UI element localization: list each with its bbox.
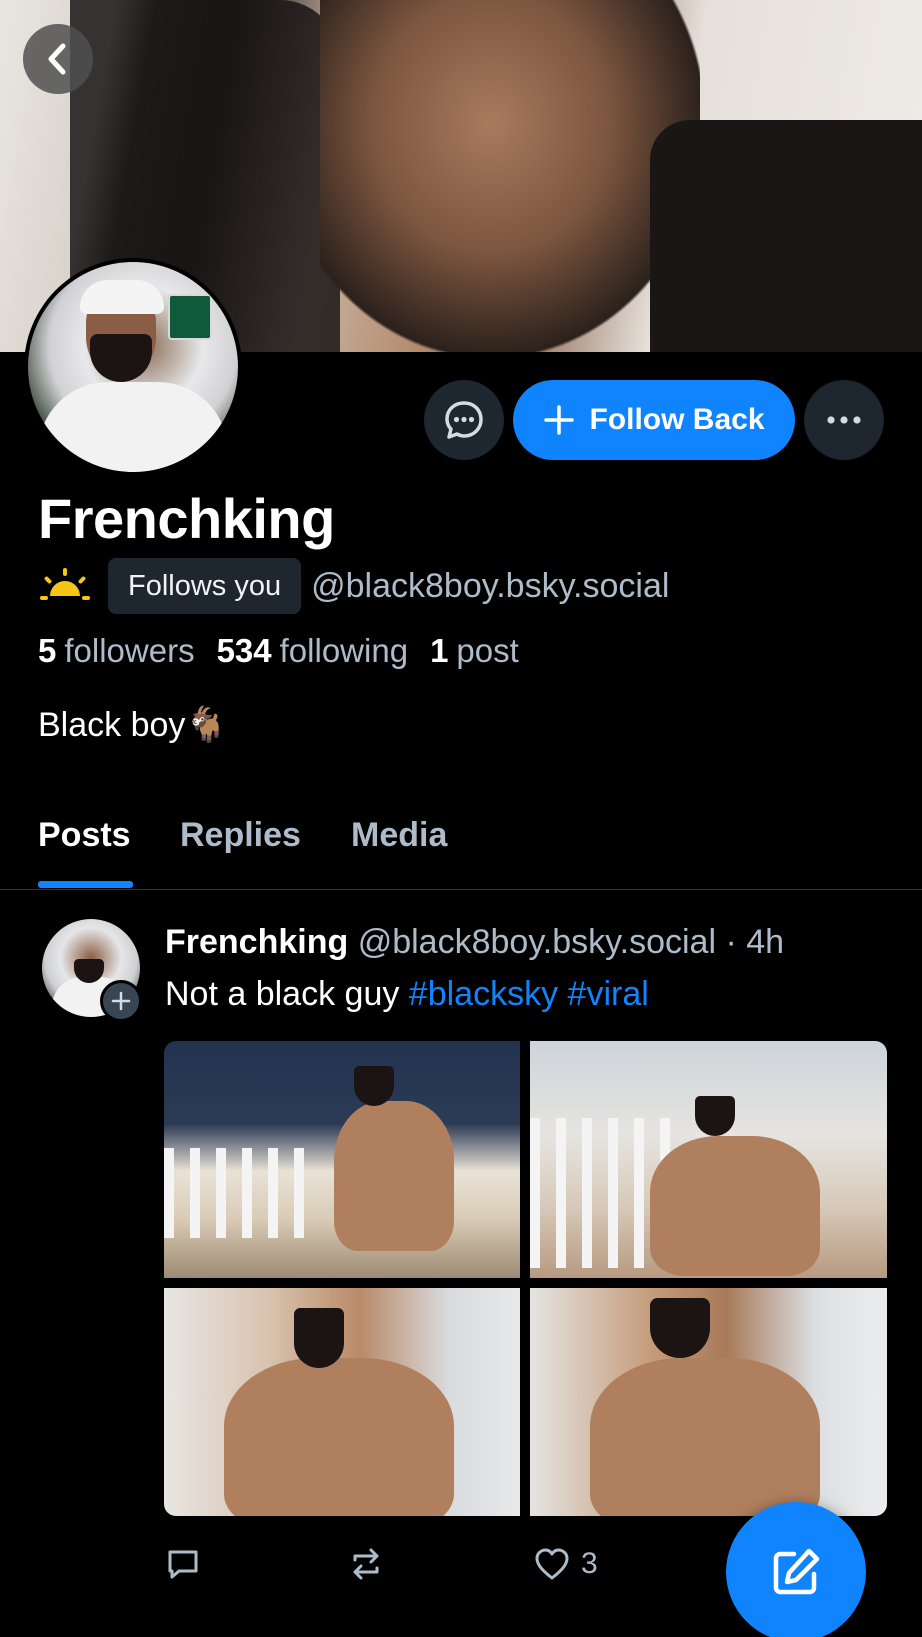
reply-button[interactable]	[165, 1546, 201, 1582]
hashtag-link[interactable]: #viral	[568, 975, 649, 1013]
profile-tabs: Posts Replies Media	[0, 800, 922, 890]
post-body: Not a black guy	[165, 975, 409, 1013]
followers-count[interactable]: 5	[38, 632, 56, 670]
figure-beard	[695, 1096, 735, 1136]
profile-bio: Black boy🐐	[38, 706, 228, 744]
banner-photo-part	[320, 0, 700, 352]
post-image-grid	[164, 1041, 887, 1516]
hashtag-link[interactable]: #blacksky	[409, 975, 558, 1013]
followers-label[interactable]: followers	[64, 632, 194, 670]
profile-avatar[interactable]	[24, 258, 242, 476]
active-tab-indicator	[38, 881, 133, 888]
compose-icon	[773, 1548, 820, 1595]
reply-icon	[168, 1550, 198, 1579]
back-button[interactable]	[23, 24, 93, 94]
banner-photo-part	[650, 120, 922, 352]
following-count[interactable]: 534	[217, 632, 272, 670]
figure-beard	[354, 1066, 394, 1106]
avatar-beard	[90, 334, 152, 382]
balcony-railing	[164, 1148, 314, 1238]
follows-you-badge: Follows you	[108, 558, 302, 614]
tab-replies[interactable]: Replies	[180, 816, 301, 855]
message-button[interactable]	[424, 380, 504, 460]
follow-back-button[interactable]: Follow Back	[513, 380, 795, 460]
figure-torso	[650, 1136, 820, 1276]
post-text: Not a black guy #blacksky #viral	[165, 975, 649, 1014]
compose-post-button[interactable]	[726, 1502, 866, 1637]
post-image-2[interactable]	[530, 1041, 887, 1278]
chevron-left-icon	[48, 43, 66, 75]
repost-button[interactable]	[347, 1546, 385, 1582]
ellipsis-icon	[827, 416, 861, 424]
sunrise-icon	[40, 568, 90, 600]
display-name: Frenchking	[38, 487, 335, 550]
street-sign	[168, 294, 212, 340]
follow-plus-badge[interactable]	[100, 980, 142, 1022]
plus-icon	[544, 405, 575, 435]
tab-media[interactable]: Media	[351, 816, 447, 855]
post-header: Frenchking @black8boy.bsky.social · 4h	[165, 923, 784, 962]
chat-bubble-icon	[445, 401, 483, 439]
posts-label: post	[456, 632, 519, 669]
profile-stats: 5 followers 534 following 1 post	[38, 632, 541, 670]
avatar-headwrap	[80, 280, 164, 314]
post-author-handle-time[interactable]: @black8boy.bsky.social · 4h	[358, 923, 784, 961]
post-image-4[interactable]	[530, 1288, 887, 1516]
more-options-button[interactable]	[804, 380, 884, 460]
like-button[interactable]: 3	[533, 1546, 598, 1582]
posts-count: 1	[430, 632, 449, 669]
like-count: 3	[581, 1547, 598, 1580]
post-author-name[interactable]: Frenchking	[165, 923, 348, 961]
figure-torso	[590, 1358, 820, 1516]
figure-beard	[294, 1308, 344, 1368]
figure-beard	[650, 1298, 710, 1358]
repost-icon	[353, 1548, 379, 1580]
figure-torso	[224, 1358, 454, 1516]
profile-meta-row: Follows you @black8boy.bsky.social	[38, 557, 669, 615]
tab-posts[interactable]: Posts	[38, 816, 131, 855]
plus-icon	[111, 991, 131, 1011]
post-image-1[interactable]	[164, 1041, 520, 1278]
post-image-3[interactable]	[164, 1288, 520, 1516]
follow-back-label: Follow Back	[589, 403, 765, 436]
like-icon	[535, 1548, 569, 1580]
avatar-shirt	[38, 382, 228, 472]
following-label[interactable]: following	[280, 632, 408, 670]
avatar-image	[28, 262, 238, 472]
profile-handle[interactable]: @black8boy.bsky.social	[311, 567, 669, 606]
figure-torso	[334, 1101, 454, 1251]
